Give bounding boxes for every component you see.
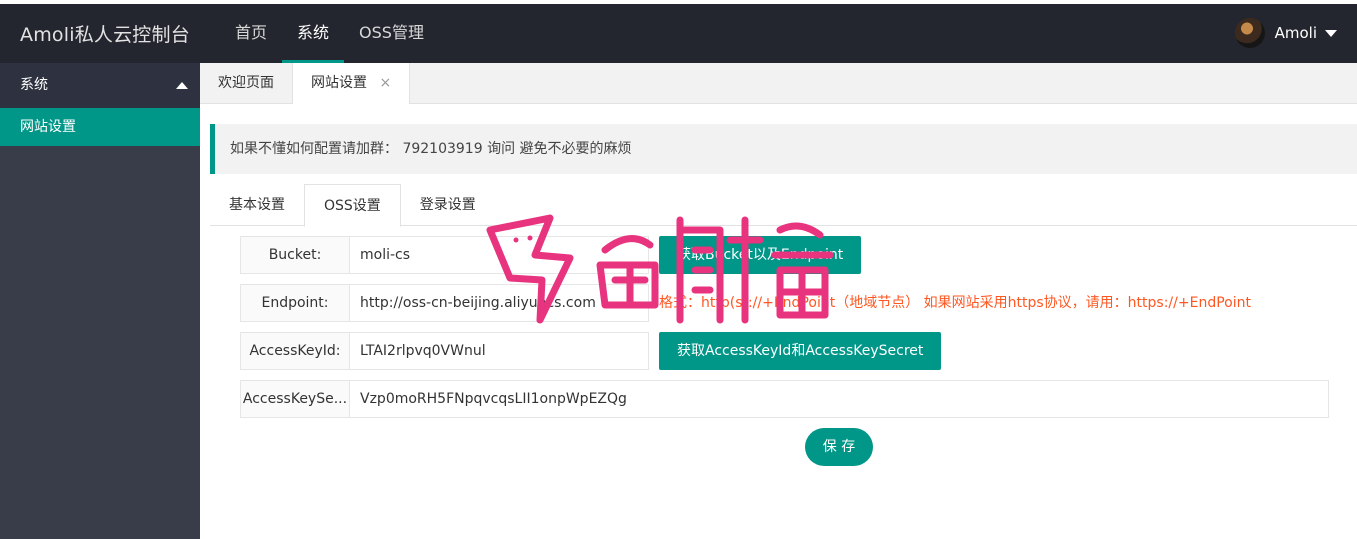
get-access-key-button[interactable]: 获取AccessKeyId和AccessKeySecret [659, 332, 942, 370]
access-key-secret-input[interactable]: Vzp0moRH5FNpqvcqsLII1onpWpEZQg [350, 380, 1329, 418]
sidebar-item-site-settings[interactable]: 网站设置 [0, 108, 200, 146]
close-icon[interactable]: × [379, 75, 391, 91]
page-tabbar: 欢迎页面 网站设置 × [200, 63, 1357, 104]
tab-login-settings[interactable]: 登录设置 [401, 184, 495, 226]
get-bucket-button[interactable]: 获取Bucket以及Endpoint [659, 236, 862, 274]
top-nav: 首页 系统 OSS管理 [220, 4, 439, 65]
tab-oss-settings[interactable]: OSS设置 [304, 184, 401, 227]
endpoint-row: Endpoint: http://oss-cn-beijing.aliyuncs… [240, 284, 649, 322]
bucket-input[interactable]: moli-cs [350, 236, 649, 274]
endpoint-hint: 格式：http(s)://+EndPoint（地域节点） 如果网站采用https… [659, 295, 1251, 311]
nav-system[interactable]: 系统 [282, 4, 345, 65]
nav-home[interactable]: 首页 [220, 4, 282, 63]
top-header: Amoli私人云控制台 首页 系统 OSS管理 Amoli [0, 0, 1357, 65]
access-key-id-label: AccessKeyId: [240, 332, 350, 370]
user-menu[interactable]: Amoli [1234, 18, 1337, 48]
tab-site-settings[interactable]: 网站设置 × [292, 63, 411, 104]
tab-label: 网站设置 [311, 75, 367, 91]
caret-down-icon[interactable] [1325, 29, 1337, 37]
tab-basic-settings[interactable]: 基本设置 [210, 184, 304, 226]
settings-tabs: 基本设置 OSS设置 登录设置 [210, 184, 1357, 227]
nav-oss[interactable]: OSS管理 [344, 4, 439, 63]
sidebar-group-system[interactable]: 系统 [0, 63, 200, 108]
header-top-strip [0, 0, 1357, 4]
avatar[interactable] [1234, 18, 1265, 48]
tab-welcome[interactable]: 欢迎页面 [200, 63, 292, 104]
access-key-secret-label: AccessKeySe... [240, 380, 350, 418]
chevron-up-icon [176, 82, 188, 89]
notice-banner: 如果不懂如何配置请加群： 792103919 询问 避免不必要的麻烦 [210, 124, 1357, 174]
app-logo[interactable]: Amoli私人云控制台 [20, 20, 190, 47]
access-key-id-row: AccessKeyId: LTAI2rlpvq0VWnul [240, 332, 649, 370]
endpoint-label: Endpoint: [240, 284, 350, 322]
bucket-row: Bucket: moli-cs [240, 236, 649, 274]
save-button[interactable]: 保 存 [805, 428, 873, 466]
user-name[interactable]: Amoli [1275, 24, 1317, 42]
bucket-label: Bucket: [240, 236, 350, 274]
access-key-secret-row: AccessKeySe... Vzp0moRH5FNpqvcqsLII1onpW… [240, 380, 1329, 418]
sidebar: 系统 网站设置 [0, 63, 200, 539]
sidebar-group-label: 系统 [20, 77, 48, 93]
endpoint-input[interactable]: http://oss-cn-beijing.aliyuncs.com [350, 284, 649, 322]
access-key-id-input[interactable]: LTAI2rlpvq0VWnul [350, 332, 649, 370]
